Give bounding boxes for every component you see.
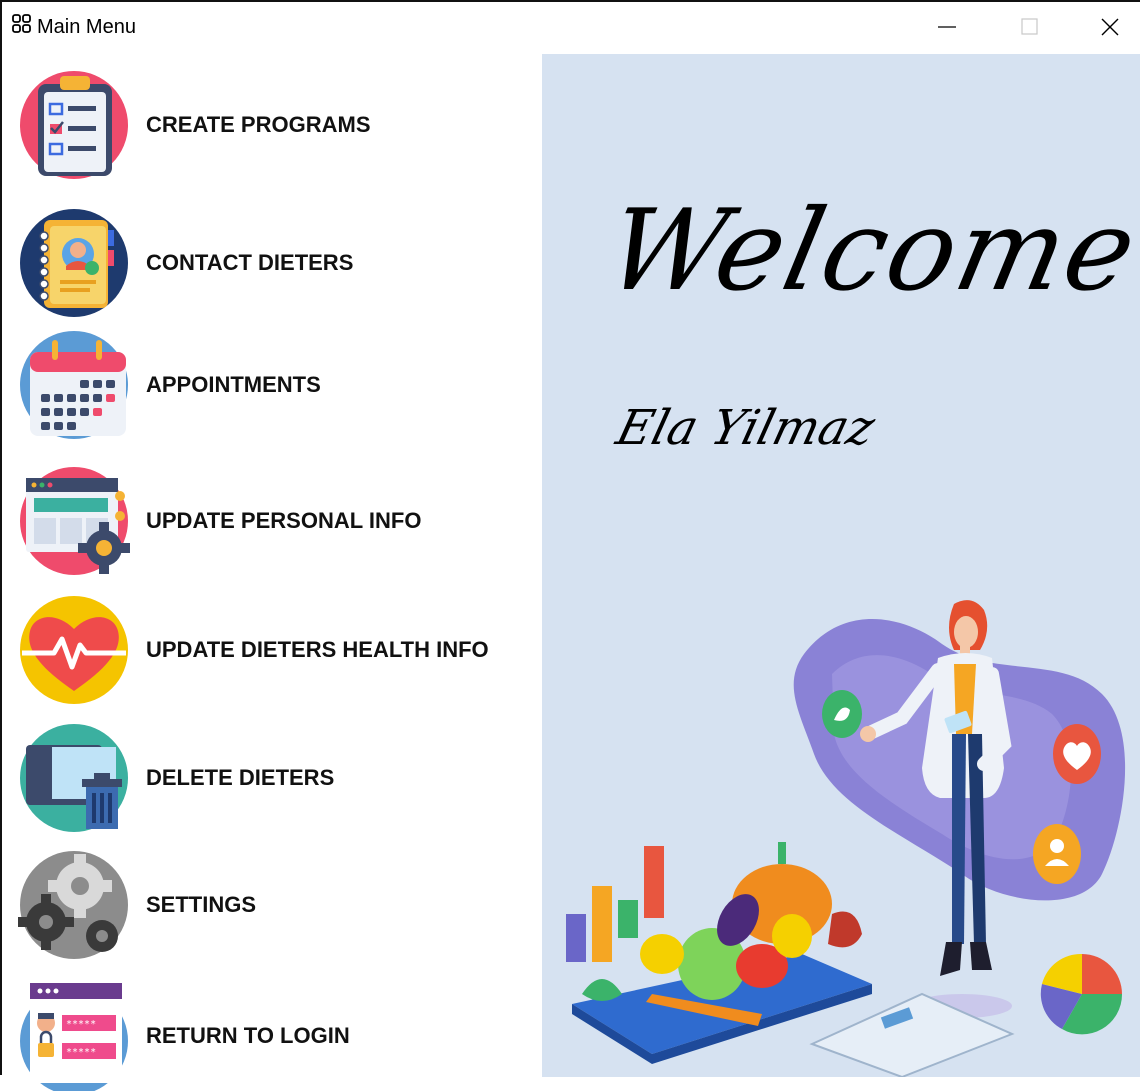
menu-item-update-personal-info[interactable]: UPDATE PERSONAL INFO [16,466,536,576]
menu-item-delete-dieters[interactable]: DELETE DIETERS [16,723,536,833]
svg-text:*****: ***** [66,1019,96,1030]
svg-text:*****: ***** [66,1047,96,1058]
clipboard-checklist-icon [20,71,128,179]
menu-label-return-to-login: RETURN TO LOGIN [146,1023,350,1048]
dietitian-with-vegetables-illustration [566,600,1126,1077]
main-window: Main Menu CREATE PROGRAMS CONTACT DIETER… [0,0,1140,1091]
menu-label-update-personal-info: UPDATE PERSONAL INFO [146,508,422,533]
menu-item-update-dieters-health-info[interactable]: UPDATE DIETERS HEALTH INFO [16,595,536,705]
maximize-button[interactable] [990,2,1070,52]
welcome-heading: Welcome [596,186,1140,316]
menu-label-settings: SETTINGS [146,892,257,917]
menu-label-appointments: APPOINTMENTS [146,372,321,397]
pie-chart-decoration [1040,953,1123,1035]
title-bar: Main Menu [2,2,1140,52]
gears-icon [18,851,128,959]
browser-settings-icon [20,467,130,575]
address-book-icon [20,209,128,317]
menu-item-settings[interactable]: SETTINGS [16,850,536,960]
grid-icon [12,14,31,33]
menu-label-contact-dieters: CONTACT DIETERS [146,250,354,275]
close-button[interactable] [1070,2,1140,52]
maximize-icon [1021,18,1038,35]
menu-item-contact-dieters[interactable]: CONTACT DIETERS [16,208,536,318]
trash-icon [20,724,128,832]
user-name: Ela Yilmaz [611,400,881,456]
leaf-badge-icon [822,690,862,738]
menu-label-delete-dieters: DELETE DIETERS [146,765,335,790]
menu-label-update-dieters-health-info: UPDATE DIETERS HEALTH INFO [146,637,489,662]
vegetable-tray [572,842,872,1064]
menu-item-appointments[interactable]: APPOINTMENTS [16,330,536,440]
minimize-icon [938,26,956,28]
user-badge-icon [1033,824,1081,884]
heart-badge-icon [1053,724,1101,784]
window-title: Main Menu [37,16,136,38]
heart-rate-icon [20,596,128,704]
calendar-icon [20,331,128,439]
welcome-panel: Welcome Ela Yilmaz [542,54,1140,1077]
menu-label-create-programs: CREATE PROGRAMS [146,112,371,137]
menu-item-create-programs[interactable]: CREATE PROGRAMS [16,70,536,180]
minimize-button[interactable] [907,2,987,52]
close-icon [1101,18,1119,36]
main-menu: CREATE PROGRAMS CONTACT DIETERS APPOINTM… [2,54,540,1091]
